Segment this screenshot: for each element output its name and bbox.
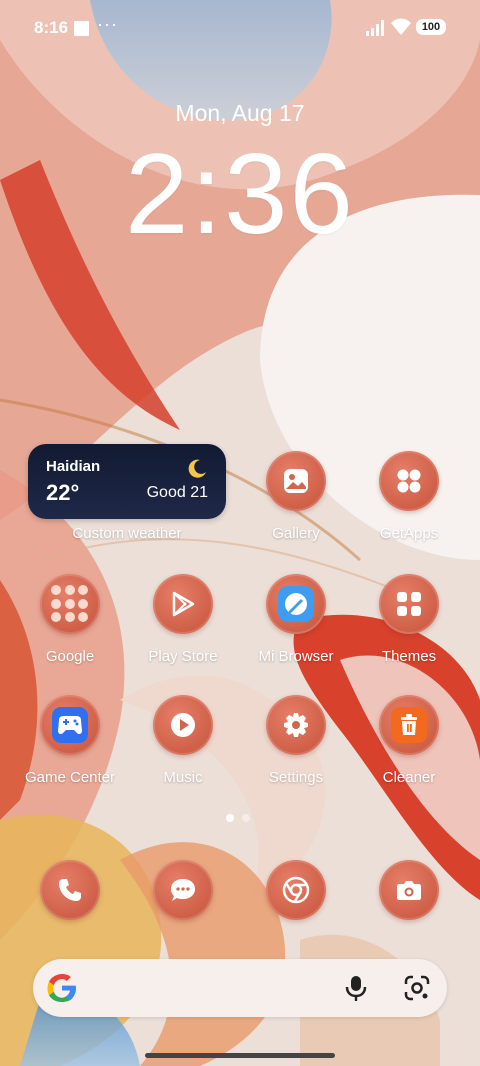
cleaner-label: Cleaner (382, 769, 436, 786)
themes-label: Themes (381, 648, 437, 665)
google-lens-icon[interactable] (403, 974, 431, 1002)
play-store-icon (172, 591, 195, 617)
play-store-label: Play Store (148, 648, 218, 665)
home-indicator[interactable] (145, 1053, 335, 1058)
messages-icon (171, 879, 195, 901)
google-folder[interactable] (40, 574, 100, 634)
folder-app-grid (51, 585, 89, 623)
status-time: 8:16 (34, 18, 69, 37)
weather-temperature: 22° (46, 480, 80, 505)
themes-app-icon[interactable] (379, 574, 439, 634)
game-controller-icon (52, 707, 88, 743)
getapps-app-icon[interactable] (379, 451, 439, 511)
page-dot-active (226, 814, 234, 822)
battery-indicator: 100 (416, 19, 446, 35)
mi-browser-app-icon[interactable] (266, 574, 326, 634)
status-bar: 8:16 ··· 100 (0, 0, 480, 56)
getapps-label: GetApps (379, 525, 439, 542)
themes-icon (397, 592, 421, 616)
game-center-label: Game Center (24, 769, 116, 786)
google-search-bar[interactable] (33, 959, 447, 1017)
dock-chrome[interactable] (266, 860, 326, 920)
page-dot (242, 814, 250, 822)
gallery-app-icon[interactable] (266, 451, 326, 511)
microphone-icon[interactable] (343, 974, 369, 1002)
camera-icon (397, 881, 421, 900)
game-center-app-icon[interactable] (40, 695, 100, 755)
mi-browser-label: Mi Browser (258, 648, 334, 665)
lockscreen-date: Mon, Aug 17 (175, 100, 305, 126)
notification-icon (74, 21, 89, 36)
weather-widget-label: Custom weather (72, 525, 182, 542)
more-notifications-icon: ··· (97, 14, 118, 34)
gear-icon (284, 713, 308, 737)
music-label: Music (163, 769, 203, 786)
getapps-icon (397, 469, 421, 493)
cleaner-app-icon[interactable] (379, 695, 439, 755)
music-app-icon[interactable] (153, 695, 213, 755)
google-folder-label: Google (45, 648, 95, 665)
signal-icon (366, 20, 384, 36)
lockscreen-clock: 2:36 (125, 131, 355, 258)
settings-label: Settings (268, 769, 324, 786)
mi-browser-icon (278, 586, 314, 622)
google-logo-icon (47, 974, 76, 1002)
trash-icon (391, 707, 427, 743)
play-store-app-icon[interactable] (153, 574, 213, 634)
page-indicator (226, 809, 258, 827)
chrome-icon (282, 876, 310, 904)
weather-city: Haidian (46, 458, 101, 475)
weather-air-quality: Good 21 (146, 484, 208, 501)
weather-widget[interactable]: Haidian 22° Good 21 (28, 444, 226, 519)
phone-icon (59, 879, 81, 901)
music-play-icon (171, 713, 195, 737)
settings-app-icon[interactable] (266, 695, 326, 755)
gallery-icon (284, 469, 308, 493)
dock-messages[interactable] (153, 860, 213, 920)
gallery-label: Gallery (272, 525, 320, 542)
dock-phone[interactable] (40, 860, 100, 920)
moon-icon (188, 459, 206, 478)
dock-camera[interactable] (379, 860, 439, 920)
wifi-icon (391, 18, 411, 35)
